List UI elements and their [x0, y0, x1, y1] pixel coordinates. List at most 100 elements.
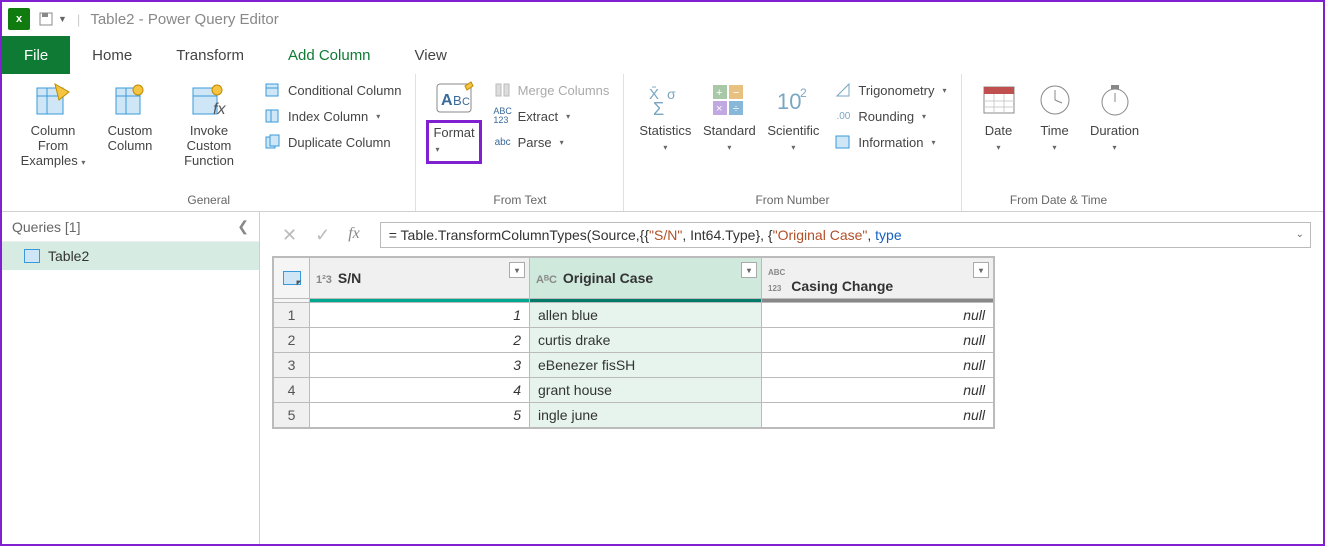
- parse-button[interactable]: abc Parse ▾: [490, 130, 614, 154]
- custom-column-label: Custom Column: [98, 124, 162, 154]
- dropdown-caret-icon: ▾: [1053, 143, 1057, 152]
- tab-home[interactable]: Home: [70, 36, 154, 74]
- cell-original-case[interactable]: allen blue: [530, 303, 762, 328]
- ribbon-group-from-datetime-label: From Date & Time: [1010, 193, 1107, 209]
- filter-icon[interactable]: ▾: [509, 262, 525, 278]
- tab-file[interactable]: File: [2, 36, 70, 74]
- cell-original-case[interactable]: eBenezer fisSH: [530, 353, 762, 378]
- ribbon-tabs: File Home Transform Add Column View: [2, 36, 1323, 74]
- invoke-custom-function-icon: fx: [189, 80, 229, 120]
- qat-dropdown-icon[interactable]: ▼: [58, 14, 67, 24]
- svg-text:2: 2: [800, 86, 807, 100]
- statistics-button[interactable]: X̄σΣ Statistics▾: [634, 78, 696, 156]
- column-header-sn[interactable]: 1²3S/N▾: [310, 258, 530, 299]
- svg-text:10: 10: [777, 89, 801, 114]
- filter-icon[interactable]: ▾: [973, 262, 989, 278]
- title-bar: x ▼ | Table2 - Power Query Editor: [2, 2, 1323, 36]
- cell-casing-change[interactable]: null: [762, 303, 994, 328]
- ribbon-group-from-text: ABC Format ▾ Merge Columns ABC123 Extrac…: [416, 74, 624, 211]
- custom-column-button[interactable]: Custom Column: [96, 78, 164, 156]
- formula-expand-icon[interactable]: ⌄: [1296, 229, 1304, 240]
- date-button[interactable]: Date▾: [972, 78, 1026, 156]
- formula-input[interactable]: = Table.TransformColumnTypes(Source,{{"S…: [380, 222, 1311, 248]
- row-index[interactable]: 5: [274, 403, 310, 428]
- svg-text:−: −: [733, 87, 739, 99]
- tab-transform[interactable]: Transform: [154, 36, 266, 74]
- commit-formula-icon[interactable]: ✓: [315, 225, 330, 246]
- index-column-label: Index Column: [288, 109, 368, 124]
- invoke-custom-function-button[interactable]: fx Invoke Custom Function: [166, 78, 252, 171]
- table-row[interactable]: 55ingle junenull: [274, 403, 994, 428]
- queries-item-table2[interactable]: Table2: [2, 242, 259, 270]
- svg-text:σ: σ: [667, 86, 676, 102]
- fx-icon[interactable]: fx: [348, 225, 360, 246]
- body: Queries [1] ❮ Table2 ✕ ✓ fx = Table.Tran…: [2, 212, 1323, 544]
- cell-casing-change[interactable]: null: [762, 328, 994, 353]
- row-index[interactable]: 4: [274, 378, 310, 403]
- cell-casing-change[interactable]: null: [762, 378, 994, 403]
- table-row[interactable]: 44grant housenull: [274, 378, 994, 403]
- dropdown-caret-icon: ▾: [931, 138, 935, 147]
- statistics-label: Statistics: [639, 123, 691, 138]
- date-icon: [979, 80, 1019, 120]
- table-row[interactable]: 33eBenezer fisSHnull: [274, 353, 994, 378]
- qat-save-icon[interactable]: [38, 11, 54, 27]
- table-options-button[interactable]: [274, 258, 310, 299]
- cell-sn[interactable]: 4: [310, 378, 530, 403]
- cell-sn[interactable]: 2: [310, 328, 530, 353]
- index-column-button[interactable]: Index Column ▾: [260, 104, 405, 128]
- cell-sn[interactable]: 1: [310, 303, 530, 328]
- ribbon-group-general: Column From Examples ▾ Custom Column fx …: [2, 74, 416, 211]
- dropdown-caret-icon: ▾: [1113, 143, 1117, 152]
- duplicate-column-icon: [264, 133, 282, 151]
- window-title: Table2 - Power Query Editor: [90, 11, 278, 28]
- scientific-label: Scientific: [767, 123, 819, 138]
- duration-button[interactable]: Duration ▾: [1084, 78, 1146, 156]
- dropdown-caret-icon: ▾: [566, 112, 570, 121]
- time-button[interactable]: Time▾: [1028, 78, 1082, 156]
- rounding-label: Rounding: [858, 109, 914, 124]
- cancel-formula-icon[interactable]: ✕: [282, 225, 297, 246]
- table-row[interactable]: 11allen bluenull: [274, 303, 994, 328]
- rounding-button[interactable]: .00 Rounding ▾: [830, 104, 950, 128]
- row-index[interactable]: 2: [274, 328, 310, 353]
- tab-add-column[interactable]: Add Column: [266, 36, 393, 74]
- row-index[interactable]: 3: [274, 353, 310, 378]
- conditional-column-button[interactable]: Conditional Column: [260, 78, 405, 102]
- cell-sn[interactable]: 5: [310, 403, 530, 428]
- conditional-column-icon: [264, 81, 282, 99]
- queries-item-label: Table2: [48, 248, 89, 264]
- cell-casing-change[interactable]: null: [762, 353, 994, 378]
- standard-button[interactable]: +−×÷ Standard▾: [698, 78, 760, 156]
- table-icon: [24, 249, 40, 263]
- ribbon: Column From Examples ▾ Custom Column fx …: [2, 74, 1323, 212]
- extract-button[interactable]: ABC123 Extract ▾: [490, 104, 614, 128]
- queries-header-label: Queries [1]: [12, 219, 80, 235]
- information-button[interactable]: Information ▾: [830, 130, 950, 154]
- collapse-icon[interactable]: ❮: [237, 218, 249, 235]
- trigonometry-button[interactable]: Trigonometry ▾: [830, 78, 950, 102]
- scientific-button[interactable]: 102 Scientific▾: [762, 78, 824, 156]
- queries-header[interactable]: Queries [1] ❮: [2, 212, 259, 242]
- cell-sn[interactable]: 3: [310, 353, 530, 378]
- row-index[interactable]: 1: [274, 303, 310, 328]
- table-row[interactable]: 22curtis drakenull: [274, 328, 994, 353]
- cell-casing-change[interactable]: null: [762, 403, 994, 428]
- cell-original-case[interactable]: ingle june: [530, 403, 762, 428]
- queries-pane: Queries [1] ❮ Table2: [2, 212, 260, 544]
- format-button[interactable]: Format ▾: [426, 120, 481, 164]
- cell-original-case[interactable]: curtis drake: [530, 328, 762, 353]
- tab-view[interactable]: View: [393, 36, 469, 74]
- cell-original-case[interactable]: grant house: [530, 378, 762, 403]
- ribbon-group-general-label: General: [187, 193, 230, 209]
- column-header-casing-change[interactable]: ABC123 Casing Change▾: [762, 258, 994, 299]
- column-header-original-case[interactable]: AᴮCOriginal Case▾: [530, 258, 762, 299]
- column-from-examples-button[interactable]: Column From Examples ▾: [12, 78, 94, 171]
- duration-label: Duration: [1090, 123, 1139, 138]
- data-grid[interactable]: 1²3S/N▾ AᴮCOriginal Case▾ ABC123 Casing …: [272, 256, 995, 429]
- filter-icon[interactable]: ▾: [741, 262, 757, 278]
- svg-text:A: A: [441, 92, 453, 109]
- dropdown-caret-icon: ▾: [81, 158, 85, 167]
- merge-columns-button[interactable]: Merge Columns: [490, 78, 614, 102]
- duplicate-column-button[interactable]: Duplicate Column: [260, 130, 405, 154]
